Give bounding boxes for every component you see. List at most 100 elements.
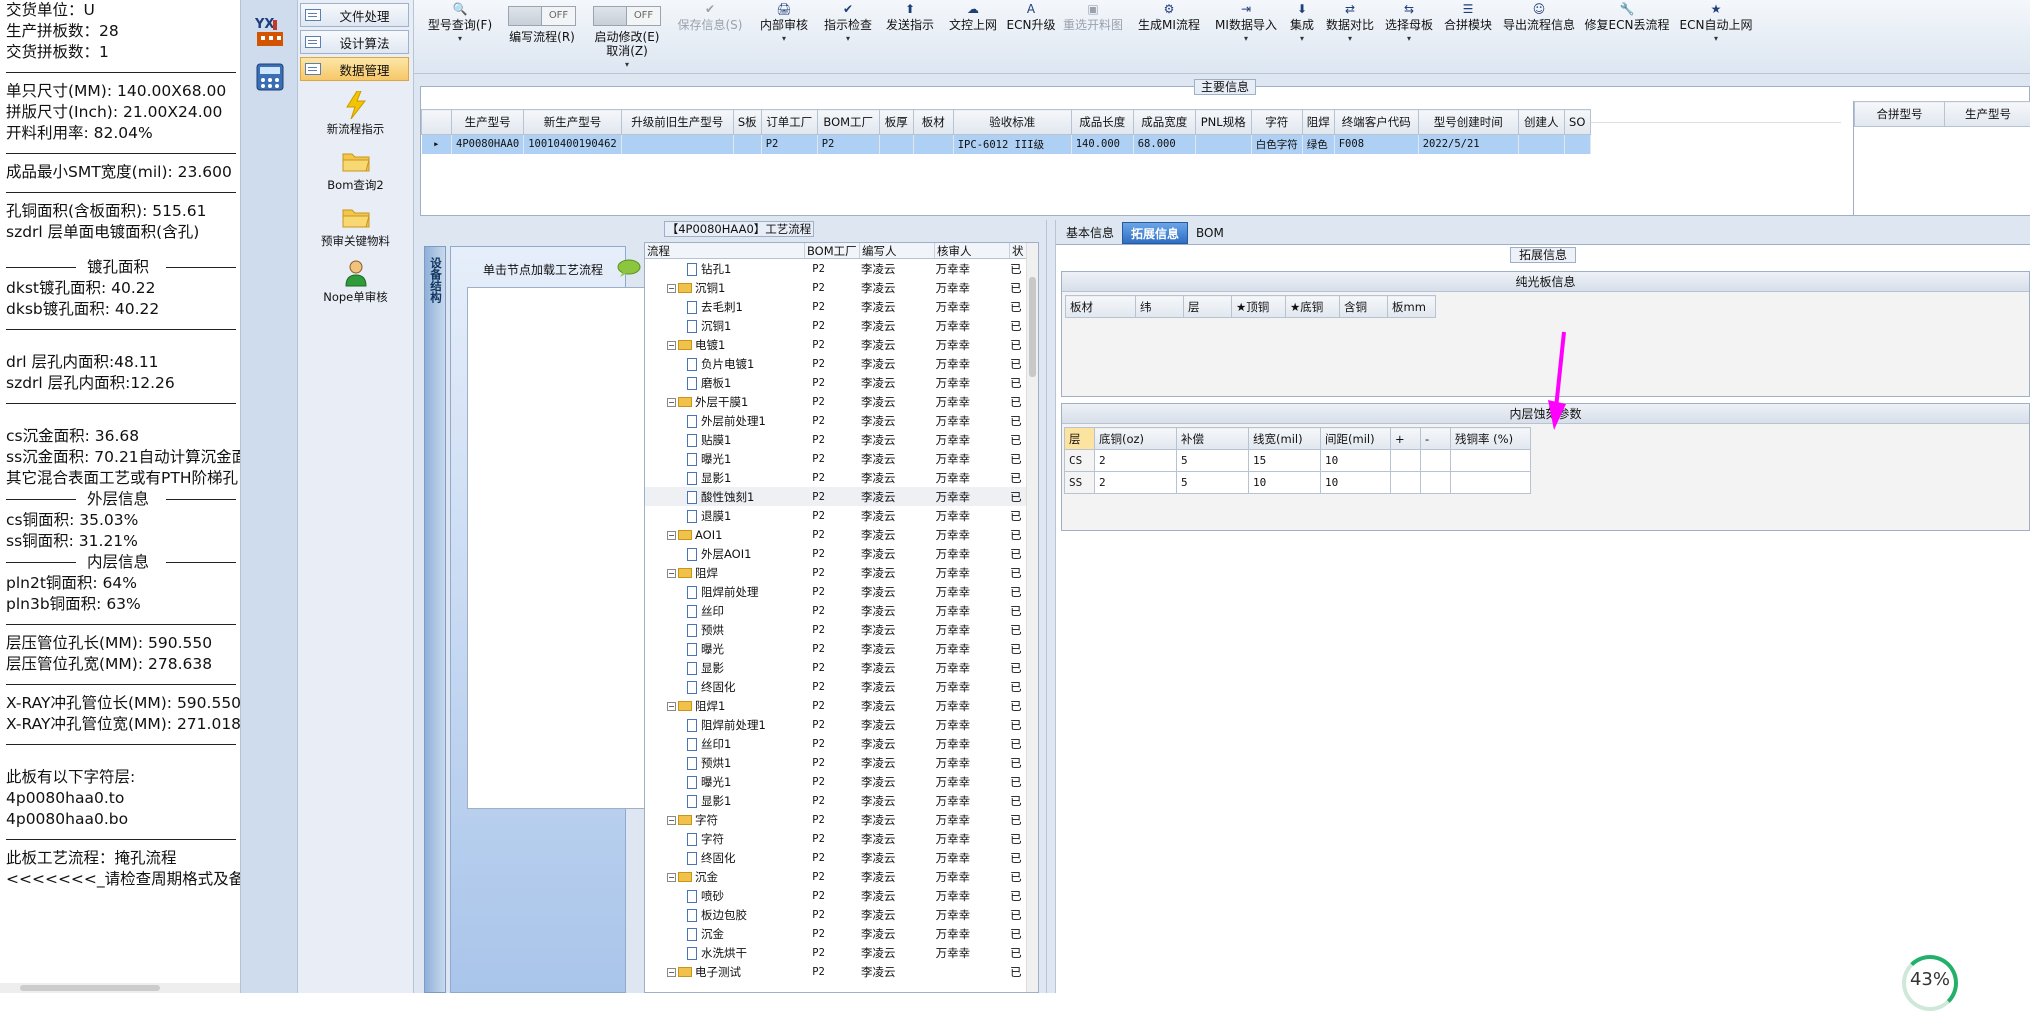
collapse-icon[interactable]: − (667, 816, 676, 825)
toolbar-button-17[interactable]: ☺导出流程信息 (1498, 2, 1580, 34)
column-header[interactable]: 纬 (1136, 296, 1184, 318)
toolbar-button-6[interactable]: ✔指示检查▾ (818, 2, 878, 44)
column-header[interactable]: SO (1564, 110, 1590, 135)
table-cell[interactable]: CS (1065, 450, 1095, 472)
column-header[interactable]: 编写人 (860, 243, 935, 258)
chevron-down-icon[interactable]: ▾ (588, 60, 666, 70)
toggle-knob[interactable] (508, 6, 542, 26)
table-cell[interactable] (1391, 472, 1421, 494)
toolbar-button-1[interactable]: OFF编写流程(R) (500, 0, 584, 46)
table-cell[interactable] (1451, 450, 1531, 472)
tree-node[interactable]: −阻焊1P2李凌云万幸幸已 (645, 696, 1038, 715)
toolbar-button-9[interactable]: AECN升级 (1006, 2, 1056, 34)
table-cell[interactable] (879, 135, 913, 154)
toolbar-button-13[interactable]: ⬇集成▾ (1284, 2, 1320, 44)
tree-node[interactable]: 显影1P2李凌云万幸幸已 (645, 468, 1038, 487)
tree-node[interactable]: −电镀1P2李凌云万幸幸已 (645, 335, 1038, 354)
table-cell[interactable]: 140.000 (1071, 135, 1133, 154)
table-cell[interactable]: 68.000 (1133, 135, 1195, 154)
column-header[interactable]: 创建人 (1518, 110, 1564, 135)
chevron-down-icon[interactable]: ▾ (422, 34, 498, 44)
tree-node[interactable]: 水洗烘干P2李凌云万幸幸已 (645, 943, 1038, 962)
table-cell[interactable]: 10 (1321, 450, 1391, 472)
table-cell[interactable] (1518, 135, 1564, 154)
tree-node[interactable]: 预烘1P2李凌云万幸幸已 (645, 753, 1038, 772)
column-header[interactable]: 生产型号 (452, 110, 524, 135)
column-header[interactable]: 合拼型号 (1855, 102, 1945, 127)
column-header[interactable]: S板 (733, 110, 761, 135)
column-header[interactable]: 板材 (1066, 296, 1136, 318)
collapse-icon[interactable]: − (667, 341, 676, 350)
chevron-down-icon[interactable]: ▾ (1284, 34, 1320, 44)
column-header[interactable]: 层 (1184, 296, 1232, 318)
column-header[interactable]: 订单工厂 (761, 110, 817, 135)
tab-bom[interactable]: BOM (1188, 222, 1232, 244)
collapse-icon[interactable]: − (667, 531, 676, 540)
collapse-icon[interactable]: − (667, 702, 676, 711)
column-header[interactable]: 流程 (645, 243, 805, 258)
column-header[interactable]: 补偿 (1177, 428, 1249, 450)
table-cell[interactable]: 2 (1095, 472, 1177, 494)
column-header[interactable]: 含铜 (1340, 296, 1388, 318)
nav-item-key-material[interactable]: 预审关键物料 (298, 203, 413, 249)
table-row[interactable]: CS251510 (1065, 450, 1531, 472)
table-cell[interactable] (913, 135, 953, 154)
table-cell[interactable]: 2 (1095, 450, 1177, 472)
column-header[interactable]: 板材 (913, 110, 953, 135)
toolbar-button-14[interactable]: ⇄数据对比▾ (1322, 2, 1378, 44)
scroll-thumb[interactable] (20, 985, 160, 991)
toolbar-button-18[interactable]: 🔧修复ECN丢流程 (1582, 2, 1672, 34)
table-cell[interactable]: 5 (1177, 472, 1249, 494)
column-header[interactable]: 生产型号 (1945, 102, 2030, 127)
table-cell[interactable]: P2 (817, 135, 879, 154)
table-cell[interactable] (1195, 135, 1251, 154)
tab-basic-info[interactable]: 基本信息 (1058, 222, 1122, 244)
collapse-icon[interactable]: − (667, 284, 676, 293)
toolbar-button-0[interactable]: 🔍型号查询(F)▾ (422, 2, 498, 44)
table-cell[interactable] (1451, 472, 1531, 494)
column-header[interactable]: 残铜率 (%) (1451, 428, 1531, 450)
panel-splitter[interactable] (1046, 220, 1056, 993)
factory-logo-icon[interactable]: YX (253, 14, 287, 48)
column-header[interactable]: 板mm (1388, 296, 1436, 318)
tree-node[interactable]: 退膜1P2李凌云万幸幸已 (645, 506, 1038, 525)
collapse-icon[interactable]: − (667, 968, 676, 977)
toggle-knob[interactable] (593, 6, 627, 26)
tree-node[interactable]: 贴膜1P2李凌云万幸幸已 (645, 430, 1038, 449)
column-header[interactable]: PNL规格 (1195, 110, 1251, 135)
vertical-scrollbar[interactable] (1026, 243, 1038, 993)
tree-node[interactable]: 板边包胶P2李凌云万幸幸已 (645, 905, 1038, 924)
table-cell[interactable] (1421, 472, 1451, 494)
tab-extended-info[interactable]: 拓展信息 (1122, 222, 1188, 244)
tree-node[interactable]: 钻孔1P2李凌云万幸幸已 (645, 259, 1038, 278)
tree-node[interactable]: 去毛刺1P2李凌云万幸幸已 (645, 297, 1038, 316)
chevron-down-icon[interactable]: ▾ (1210, 34, 1282, 44)
tree-node[interactable]: 显影1P2李凌云万幸幸已 (645, 791, 1038, 810)
chevron-down-icon[interactable]: ▾ (754, 34, 814, 44)
tree-node[interactable]: −阻焊P2李凌云万幸幸已 (645, 563, 1038, 582)
tree-node[interactable]: 曝光1P2李凌云万幸幸已 (645, 772, 1038, 791)
column-header[interactable]: + (1391, 428, 1421, 450)
tree-node[interactable]: 沉铜1P2李凌云万幸幸已 (645, 316, 1038, 335)
tree-node[interactable]: −AOI1P2李凌云万幸幸已 (645, 525, 1038, 544)
column-header[interactable]: 核审人 (935, 243, 1010, 258)
collapse-icon[interactable]: − (667, 873, 676, 882)
tree-node[interactable]: 外层AOI1P2李凌云万幸幸已 (645, 544, 1038, 563)
chevron-down-icon[interactable]: ▾ (1380, 34, 1438, 44)
device-structure-tab[interactable]: 设备结构 (424, 246, 446, 993)
chevron-down-icon[interactable]: ▾ (1322, 34, 1378, 44)
toolbar-button-15[interactable]: ⇆选择母板▾ (1380, 2, 1438, 44)
table-cell[interactable]: 15 (1249, 450, 1321, 472)
tree-node[interactable]: 沉金P2李凌云万幸幸已 (645, 924, 1038, 943)
tree-node[interactable]: 阻焊前处理1P2李凌云万幸幸已 (645, 715, 1038, 734)
table-cell[interactable]: IPC-6012 III级 (953, 135, 1071, 154)
toolbar-button-4[interactable]: ✔保存信息(S) (670, 2, 750, 34)
toolbar-button-8[interactable]: ☁文控上网 (942, 2, 1004, 34)
table-cell[interactable]: 10 (1249, 472, 1321, 494)
nav-tab-file[interactable]: 文件处理 (300, 3, 409, 27)
column-header[interactable]: 成品宽度 (1133, 110, 1195, 135)
tree-node[interactable]: 外层前处理1P2李凌云万幸幸已 (645, 411, 1038, 430)
column-header[interactable]: 新生产型号 (524, 110, 622, 135)
toolbar-button-5[interactable]: 🖨内部审核▾ (754, 2, 814, 44)
column-header[interactable]: BOM工厂 (817, 110, 879, 135)
